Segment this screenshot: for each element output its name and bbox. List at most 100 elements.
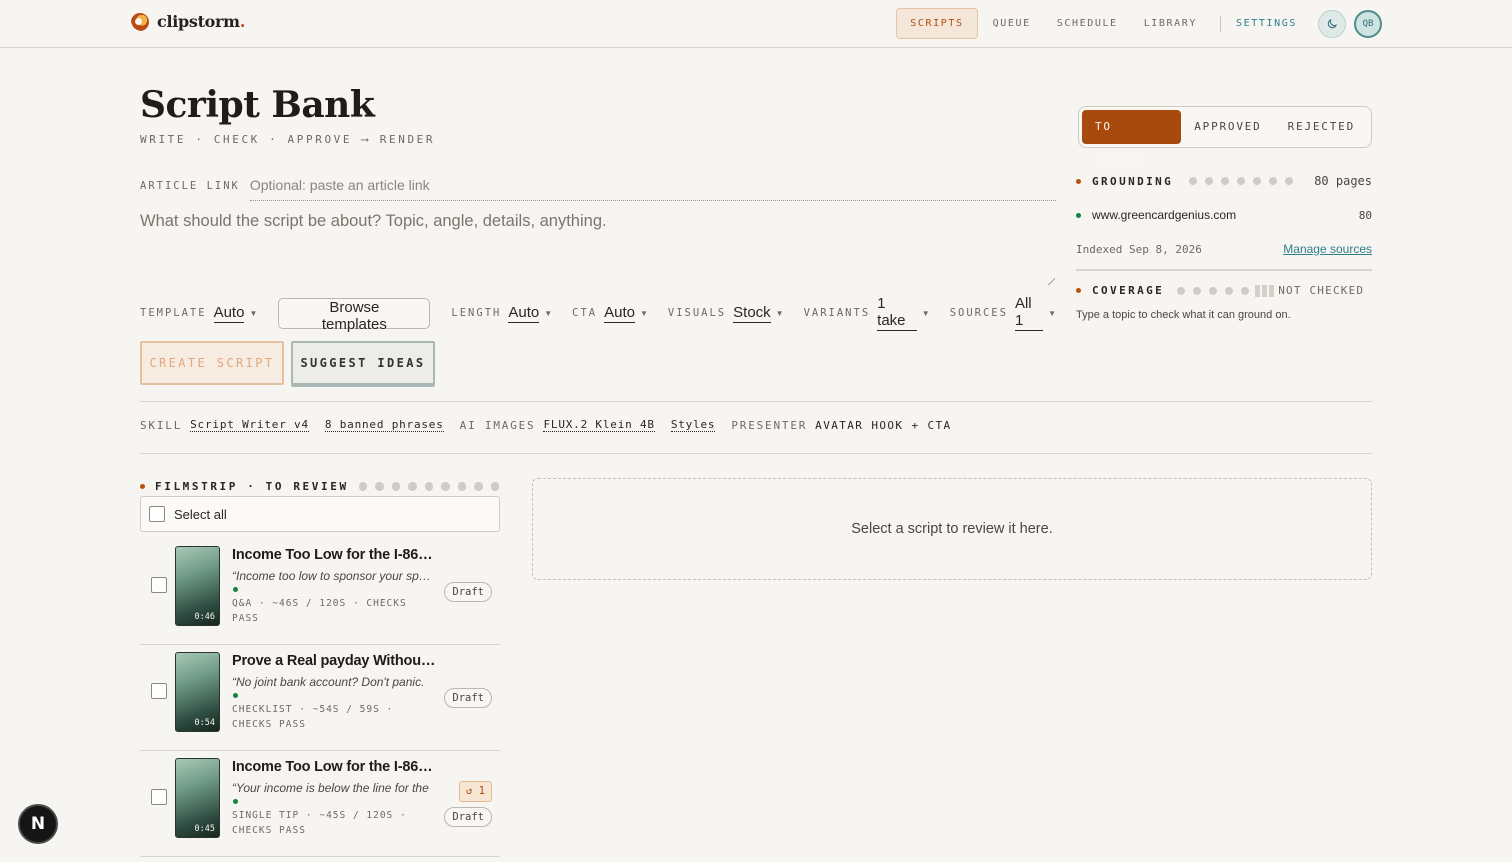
grounding-title: GROUNDING xyxy=(1092,174,1174,188)
tab-approved[interactable]: APPROVED xyxy=(1181,110,1274,144)
suggest-ideas-button[interactable]: SUGGEST IDEAS xyxy=(291,341,435,387)
resize-handle[interactable] xyxy=(1046,276,1055,285)
tab-rejected[interactable]: REJECTED xyxy=(1275,110,1368,144)
divider xyxy=(1076,269,1372,271)
grounding-source: www.greencardgenius.com 80 xyxy=(1076,208,1372,222)
checks-status-dot xyxy=(233,693,238,698)
article-link-label: ARTICLE LINK xyxy=(140,180,240,192)
chevron-down-icon: ▼ xyxy=(775,308,784,318)
coverage-header: COVERAGE NOT CHECKED xyxy=(1076,284,1372,297)
indexed-row: Indexed Sep 8, 2026 Manage sources xyxy=(1076,242,1372,256)
select-all-label: Select all xyxy=(174,506,227,522)
article-link-input[interactable] xyxy=(249,175,1056,201)
script-card[interactable]: 0:45 Income Too Low for the I-864? Try a… xyxy=(140,751,500,857)
skill-row: SKILL Script Writer v4 8 banned phrases … xyxy=(140,416,952,434)
status-badge: Draft xyxy=(444,807,492,827)
script-title: Income Too Low for the I-864? Try a Join… xyxy=(232,759,437,775)
brand-dot: . xyxy=(239,12,246,31)
skill-link[interactable]: Script Writer v4 xyxy=(190,418,309,432)
chevron-down-icon: ▼ xyxy=(1048,308,1056,318)
thumbnail-duration: 0:45 xyxy=(194,824,215,834)
page-title: Script Bank xyxy=(140,84,375,126)
clipstorm-logo-icon xyxy=(131,12,149,31)
tab-to-review[interactable]: TO REVIEW xyxy=(1082,110,1182,167)
script-thumbnail[interactable]: 0:45 xyxy=(175,758,220,838)
create-script-button[interactable]: CREATE SCRIPT xyxy=(140,341,284,385)
script-checkbox[interactable] xyxy=(151,683,167,699)
source-count: 80 xyxy=(1358,208,1372,222)
user-avatar[interactable]: QB xyxy=(1354,9,1382,38)
theme-toggle-button[interactable] xyxy=(1318,9,1346,38)
coverage-title: COVERAGE xyxy=(1092,284,1165,297)
next-dev-tools-button[interactable]: N xyxy=(18,804,58,844)
brand-name: clipstorm xyxy=(157,12,240,31)
filmstrip-dots xyxy=(358,482,500,491)
script-quote: “No joint bank account? Don't panic. xyxy=(232,675,425,689)
nav-library[interactable]: LIBRARY xyxy=(1131,8,1210,39)
divider xyxy=(140,401,1372,402)
divider xyxy=(140,453,1372,454)
options-row: TEMPLATE Auto ▼ Browse templates LENGTH … xyxy=(140,295,1056,333)
retry-count-badge[interactable]: ↺ 1 xyxy=(459,781,492,802)
moon-icon xyxy=(1327,18,1337,28)
brand-logo[interactable]: clipstorm. xyxy=(131,12,245,31)
checks-status-dot xyxy=(233,587,238,592)
skill-label: SKILL xyxy=(140,418,183,432)
filmstrip-header: FILMSTRIP · TO REVIEW xyxy=(140,480,500,493)
top-bar: clipstorm. SCRIPTS QUEUE SCHEDULE LIBRAR… xyxy=(0,0,1512,48)
source-status-dot xyxy=(1076,212,1081,218)
variants-select[interactable]: VARIANTS 1 take ▼ xyxy=(804,295,930,331)
chevron-down-icon: ▼ xyxy=(921,308,930,318)
script-checkbox[interactable] xyxy=(151,789,167,805)
sources-select[interactable]: SOURCES All 1 ▼ xyxy=(950,295,1056,331)
nav-settings[interactable]: SETTINGS xyxy=(1223,8,1310,39)
browse-templates-button[interactable]: Browse templates xyxy=(278,297,431,333)
script-title: Prove a Real payday Without a Joint Acco… xyxy=(232,653,437,669)
coverage-bullet xyxy=(1076,288,1081,293)
select-all-checkbox[interactable] xyxy=(149,506,165,522)
coverage-dots xyxy=(1177,286,1250,295)
article-link-row: ARTICLE LINK xyxy=(140,175,1056,201)
template-label: TEMPLATE xyxy=(140,307,207,319)
chevron-down-icon: ▼ xyxy=(544,308,553,318)
grounding-bullet xyxy=(1076,178,1081,184)
ai-images-label: AI IMAGES xyxy=(459,418,536,432)
status-badge: Draft xyxy=(444,582,492,602)
select-all-row[interactable]: Select all xyxy=(140,496,500,532)
script-thumbnail[interactable]: 0:54 xyxy=(175,652,220,732)
nav-queue[interactable]: QUEUE xyxy=(980,8,1044,39)
nav-scripts[interactable]: SCRIPTS xyxy=(896,8,978,39)
script-checkbox[interactable] xyxy=(151,577,167,593)
script-card[interactable]: 0:46 Income Too Low for the I-864? Here'… xyxy=(140,539,500,645)
length-select[interactable]: LENGTH Auto ▼ xyxy=(451,304,552,323)
checks-status-dot xyxy=(233,799,238,804)
review-empty-message: Select a script to review it here. xyxy=(851,521,1053,537)
ai-images-link[interactable]: FLUX.2 Klein 4B xyxy=(543,418,655,432)
visuals-select[interactable]: VISUALS Stock ▼ xyxy=(668,304,784,323)
status-badge: Draft xyxy=(444,688,492,708)
presenter-value: AVATAR HOOK + CTA xyxy=(815,418,952,432)
script-quote: “Income too low to sponsor your spouse? xyxy=(232,569,432,583)
template-select[interactable]: TEMPLATE Auto ▼ xyxy=(140,304,257,323)
nav-schedule[interactable]: SCHEDULE xyxy=(1044,8,1131,39)
script-thumbnail[interactable]: 0:46 xyxy=(175,546,220,626)
script-card[interactable]: 0:54 Prove a Real payday Without a Joint… xyxy=(140,645,500,751)
manage-sources-link[interactable]: Manage sources xyxy=(1283,242,1372,256)
source-domain: www.greencardgenius.com xyxy=(1092,208,1237,222)
cta-select[interactable]: CTA Auto ▼ xyxy=(572,304,648,323)
page-subtitle: WRITE · CHECK · APPROVE ⟶ RENDER xyxy=(140,133,436,146)
review-status-tabs: TO REVIEW APPROVED REJECTED xyxy=(1078,106,1372,167)
topic-input[interactable] xyxy=(140,212,1056,284)
chevron-down-icon: ▼ xyxy=(639,308,648,318)
styles-link[interactable]: Styles xyxy=(670,418,716,432)
script-meta: CHECKLIST · ~54S / 59S · CHECKS PASS xyxy=(232,704,394,730)
coverage-bars xyxy=(1255,284,1275,297)
indexed-date: Indexed Sep 8, 2026 xyxy=(1076,242,1202,256)
variants-label: VARIANTS xyxy=(803,307,871,319)
banned-phrases-link[interactable]: 8 banned phrases xyxy=(324,418,444,432)
visuals-value: Stock xyxy=(733,303,771,323)
presenter-label: PRESENTER xyxy=(731,418,808,432)
cta-label: CTA xyxy=(572,307,598,319)
grounding-dots xyxy=(1189,177,1294,185)
coverage-note: Type a topic to check what it can ground… xyxy=(1076,309,1291,321)
